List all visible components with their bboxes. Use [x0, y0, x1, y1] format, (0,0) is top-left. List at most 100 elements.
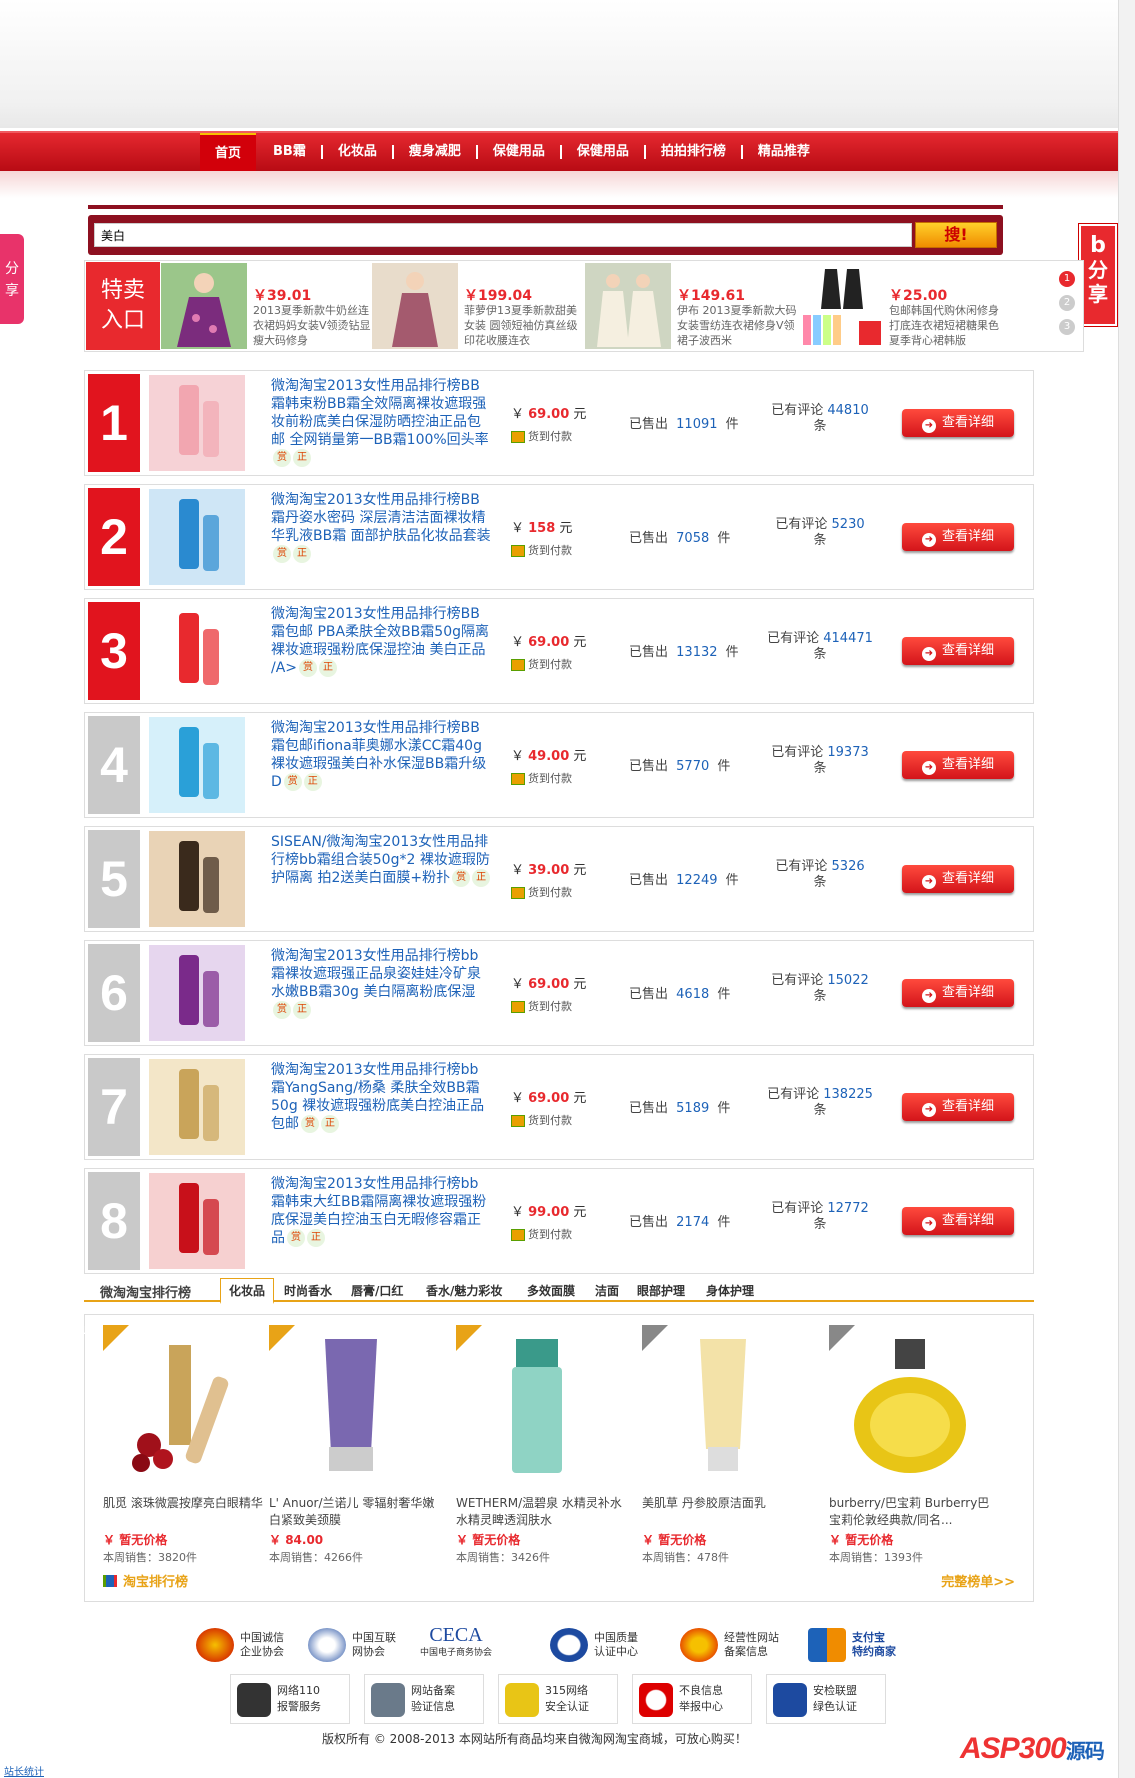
taobao-rank-item[interactable]: 1 肌觅 滚珠微震按摩亮白眼精华 ￥ 暂无价格 本周销售：3820件: [79, 1324, 269, 1564]
comment-unit: 条: [813, 419, 827, 434]
view-detail-button[interactable]: ➜ 查看详细: [902, 409, 1014, 437]
share-tab-left[interactable]: 分享: [0, 234, 24, 324]
sale-item[interactable]: ￥39.01 2013夏季新款牛奶丝连衣裙妈妈女装V领烫钻显瘦大码修身: [161, 263, 373, 349]
product-image[interactable]: [149, 717, 245, 813]
view-detail-label: 查看详细: [941, 1213, 994, 1228]
sale-item[interactable]: ￥199.04 菲萝伊13夏季新款甜美女装 圆领短袖仿真丝级印花收腰连衣: [372, 263, 584, 349]
stats-link[interactable]: 站长统计: [4, 1763, 44, 1778]
share-logo-icon: b: [1090, 233, 1106, 258]
cert-line2: 企业协会: [240, 1645, 284, 1658]
price-unit: 元: [573, 1205, 587, 1220]
tab-makeup[interactable]: 香水/魅力彩妆: [426, 1282, 502, 1299]
taobao-rank-title: 微淘淘宝排行榜: [100, 1286, 192, 1301]
search-input[interactable]: [94, 223, 912, 247]
sold-unit: 件: [717, 987, 731, 1002]
taobao-rank-item[interactable]: 4 美肌草 丹参胶原洁面乳 ￥ 暂无价格 本周销售：478件: [618, 1324, 808, 1564]
product-image[interactable]: [149, 831, 245, 927]
product-image[interactable]: [149, 1059, 245, 1155]
sale-item[interactable]: ￥25.00 包邮韩国代购休闲修身打底连衣裙短裙糖果色夏季背心裙韩版: [797, 263, 1009, 349]
product-title-link[interactable]: 微淘淘宝2013女性用品排行榜bb霜裸妆遮瑕强正品泉姿娃娃冷矿泉水嫩BB霜30g…: [271, 947, 491, 1019]
nav-item-cosmetics[interactable]: 化妆品: [323, 145, 394, 159]
taobao-rank-item[interactable]: 5 burberry/巴宝莉 Burberry巴宝莉伦敦经典款/同名... ￥ …: [805, 1324, 995, 1564]
product-image[interactable]: [149, 603, 245, 699]
search-button[interactable]: 搜!: [915, 222, 997, 248]
product-image[interactable]: [149, 945, 245, 1041]
price-value: 暂无价格: [119, 1533, 168, 1547]
nav-item-bb-cream[interactable]: BB霜: [258, 145, 323, 159]
nav-item-health-2[interactable]: 保健用品: [562, 145, 646, 159]
cert-line1: 安检联盟: [813, 1684, 857, 1697]
cert-line1: 网站备案: [411, 1684, 455, 1697]
view-detail-button[interactable]: ➜ 查看详细: [902, 979, 1014, 1007]
product-image[interactable]: [149, 489, 245, 585]
view-detail-button[interactable]: ➜ 查看详细: [902, 523, 1014, 551]
share-tab-right[interactable]: b 分享: [1079, 224, 1117, 326]
view-detail-button[interactable]: ➜ 查看详细: [902, 637, 1014, 665]
tab-lipstick[interactable]: 唇膏/口红: [351, 1282, 403, 1299]
view-detail-button[interactable]: ➜ 查看详细: [902, 751, 1014, 779]
view-detail-button[interactable]: ➜ 查看详细: [902, 1207, 1014, 1235]
carousel-dot[interactable]: 1: [1059, 271, 1075, 287]
cert-report-center[interactable]: 不良信息 举报中心: [632, 1674, 752, 1724]
cert-security-alliance[interactable]: 安检联盟 绿色认证: [766, 1674, 886, 1724]
header-banner: [0, 0, 1118, 128]
nav-item-paipai-rank[interactable]: 拍拍排行榜: [646, 145, 743, 159]
product-image[interactable]: [149, 1173, 245, 1269]
taobao-rank-item[interactable]: 2 L' Anuor/兰诺儿 零辐射奢华嫩白紧致美颈膜 ￥ 84.00 本周销售…: [245, 1324, 435, 1564]
full-list-link[interactable]: 完整榜单>>: [941, 1571, 1015, 1590]
taobao-rank-item[interactable]: 3 WETHERM/温碧泉 水精灵补水水精灵睥透润肤水 ￥ 暂无价格 本周销售：…: [432, 1324, 622, 1564]
tab-mask[interactable]: 多效面膜: [527, 1282, 575, 1299]
product-title: 微淘淘宝2013女性用品排行榜BB霜韩束粉BB霜全效隔离裸妆遮瑕强妆前粉底美白保…: [271, 378, 489, 448]
product-title-link[interactable]: 微淘淘宝2013女性用品排行榜BB霜包邮ifiona菲奥娜水漾CC霜40g裸妆遮…: [271, 719, 491, 791]
nav-item-featured[interactable]: 精品推荐: [743, 145, 825, 159]
cert-line2: 网协会: [352, 1645, 385, 1658]
sold-count: 已售出 4618 件: [629, 983, 730, 1002]
tab-body-care[interactable]: 身体护理: [706, 1282, 754, 1299]
product-title-link[interactable]: 微淘淘宝2013女性用品排行榜BB霜包邮 PBA柔肤全效BB霜50g隔离裸妆遮瑕…: [271, 605, 491, 677]
tab-eye-care[interactable]: 眼部护理: [637, 1282, 685, 1299]
nav-item-slimming[interactable]: 瘦身减肥: [394, 145, 478, 159]
cert-110[interactable]: 网络110 报警服务: [230, 1674, 350, 1724]
cert-website-record[interactable]: 经营性网站 备案信息: [680, 1628, 779, 1662]
cert-line1: 网络110: [277, 1684, 320, 1697]
arrow-right-icon: ➜: [921, 875, 936, 889]
tab-cleanser[interactable]: 洁面: [595, 1282, 619, 1299]
view-detail-button[interactable]: ➜ 查看详细: [902, 1093, 1014, 1121]
internet-society-icon: [308, 1628, 346, 1662]
comment-label: 已有评论: [767, 1087, 820, 1102]
rank-row: 1 微淘淘宝2013女性用品排行榜BB霜韩束粉BB霜全效隔离裸妆遮瑕强妆前粉底美白…: [84, 370, 1034, 476]
nav-item-health-1[interactable]: 保健用品: [478, 145, 562, 159]
sold-unit: 件: [725, 645, 739, 660]
cert-internet-society[interactable]: 中国互联 网协会: [308, 1628, 396, 1662]
carousel-dot[interactable]: 3: [1059, 319, 1075, 335]
tab-perfume[interactable]: 时尚香水: [284, 1282, 332, 1299]
product-title-link[interactable]: 微淘淘宝2013女性用品排行榜BB霜韩束粉BB霜全效隔离裸妆遮瑕强妆前粉底美白保…: [271, 377, 491, 467]
product-image[interactable]: [149, 375, 245, 471]
product-title-link[interactable]: 微淘淘宝2013女性用品排行榜BB霜丹姿水密码 深层清洁洁面裸妆精华乳液BB霜 …: [271, 491, 491, 563]
cert-cqc[interactable]: 中国质量 认证中心: [550, 1628, 638, 1662]
cod-icon: [511, 1229, 525, 1241]
cert-alipay[interactable]: 支付宝 特约商家: [808, 1628, 896, 1662]
price-prefix: ￥: [456, 1533, 469, 1547]
special-sale-title[interactable]: 特卖 入口: [86, 262, 160, 350]
comment-unit: 条: [813, 989, 827, 1004]
cert-record-verify[interactable]: 网站备案 验证信息: [364, 1674, 484, 1724]
nav-item-home[interactable]: 首页: [200, 133, 257, 171]
product-title-link[interactable]: 微淘淘宝2013女性用品排行榜bb霜YangSang/杨桑 柔肤全效BB霜50g…: [271, 1061, 491, 1133]
cert-315[interactable]: 315网络 安全认证: [498, 1674, 618, 1724]
sale-item[interactable]: ￥149.61 伊布 2013夏季新款大码女装雪纺连衣裙修身V领裙子波西米: [585, 263, 797, 349]
product-price: ￥ 暂无价格: [103, 1531, 167, 1548]
product-title-link[interactable]: 微淘淘宝2013女性用品排行榜bb霜韩束大红BB霜隔离裸妆遮瑕强粉底保湿美白控油…: [271, 1175, 491, 1247]
product-title: 微淘淘宝2013女性用品排行榜bb霜裸妆遮瑕强正品泉姿娃娃冷矿泉水嫩BB霜30g…: [271, 948, 481, 1000]
sold-value: 13132: [676, 645, 718, 660]
rank-row: 5 SISEAN/微淘淘宝2013女性用品排行榜bb霜组合装50g*2 裸妆遮瑕防…: [84, 826, 1034, 932]
view-detail-label: 查看详细: [941, 1099, 994, 1114]
scrollbar[interactable]: [1118, 0, 1135, 1778]
view-detail-button[interactable]: ➜ 查看详细: [902, 865, 1014, 893]
tab-cosmetics[interactable]: 化妆品: [220, 1278, 275, 1304]
carousel-dot[interactable]: 2: [1059, 295, 1075, 311]
product-title-link[interactable]: SISEAN/微淘淘宝2013女性用品排行榜bb霜组合装50g*2 裸妆遮瑕防护…: [271, 833, 491, 887]
cert-integrity[interactable]: 中国诚信 企业协会: [196, 1628, 284, 1662]
cert-ceca[interactable]: CECA 中国电子商务协会: [420, 1625, 492, 1660]
taobao-rank-link[interactable]: 淘宝排行榜: [103, 1571, 188, 1590]
